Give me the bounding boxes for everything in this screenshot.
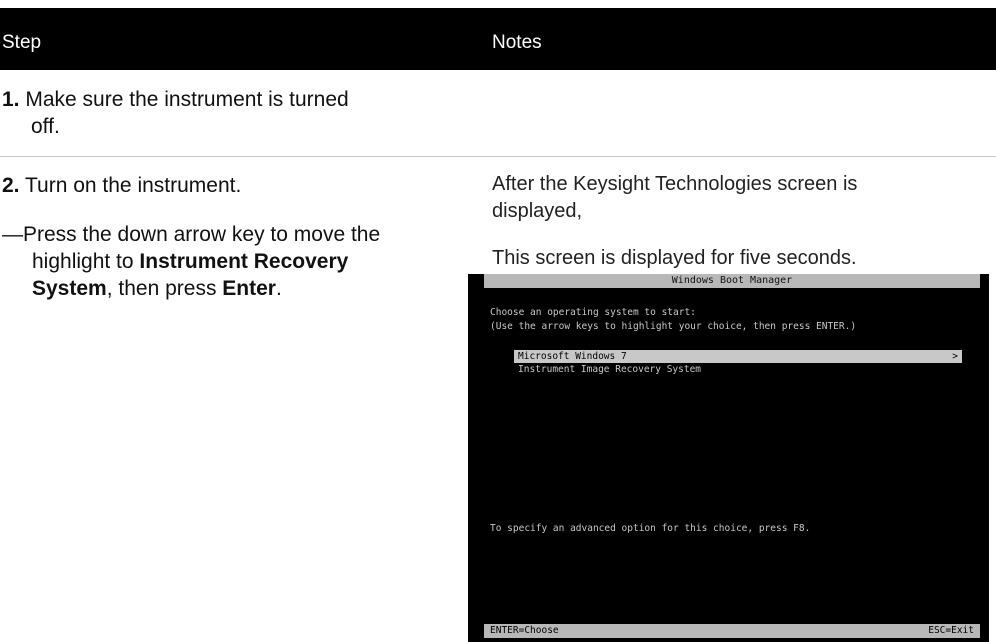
step-1-text: Make sure the instrument is turned [25, 88, 349, 111]
step-2: 2. Turn on the instrument. [2, 172, 241, 199]
boot-option-windows7: Microsoft Windows 7 [518, 351, 627, 362]
note-keysight-screen-line2: displayed, [492, 200, 583, 222]
enter-key-label: Enter [222, 277, 276, 300]
step-1-text-line2: off. [31, 115, 60, 138]
step-2-substep: —Press the down arrow key to move the [2, 223, 381, 246]
row-divider [0, 156, 996, 157]
boot-manager-screenshot: Windows Boot Manager Choose an operating… [468, 274, 989, 642]
header-step: Step [0, 15, 480, 70]
step-1: 1. Make sure the instrument is turned [2, 86, 349, 113]
selection-arrow-icon: > [952, 351, 958, 362]
boot-option-selected: Microsoft Windows 7 > [514, 350, 962, 363]
boot-prompt-1: Choose an operating system to start: [490, 307, 696, 318]
step-2-number: 2. [2, 174, 20, 197]
instrument-recovery-label: Instrument Recovery [139, 250, 349, 273]
boot-prompt-2: (Use the arrow keys to highlight your ch… [490, 321, 857, 332]
step-2-substep-line3: System, then press Enter. [32, 277, 282, 300]
table-header: Step Notes [0, 15, 996, 70]
note-keysight-screen: After the Keysight Technologies screen i… [492, 173, 858, 195]
boot-advanced-hint: To specify an advanced option for this c… [490, 523, 811, 534]
footer-enter-choose: ENTER=Choose [490, 625, 559, 636]
step-2-substep-line2: highlight to Instrument Recovery [32, 250, 349, 273]
note-five-seconds: This screen is displayed for five second… [492, 247, 857, 269]
boot-manager-title: Windows Boot Manager [484, 274, 980, 288]
step-1-number: 1. [2, 88, 20, 111]
boot-footer: ENTER=Choose ESC=Exit [484, 624, 980, 638]
step-2-text: Turn on the instrument. [24, 174, 242, 197]
header-notes: Notes [478, 15, 996, 70]
top-bar [0, 8, 996, 15]
boot-option-recovery: Instrument Image Recovery System [518, 364, 702, 375]
system-label: System [32, 277, 107, 300]
footer-esc-exit: ESC=Exit [928, 625, 974, 636]
